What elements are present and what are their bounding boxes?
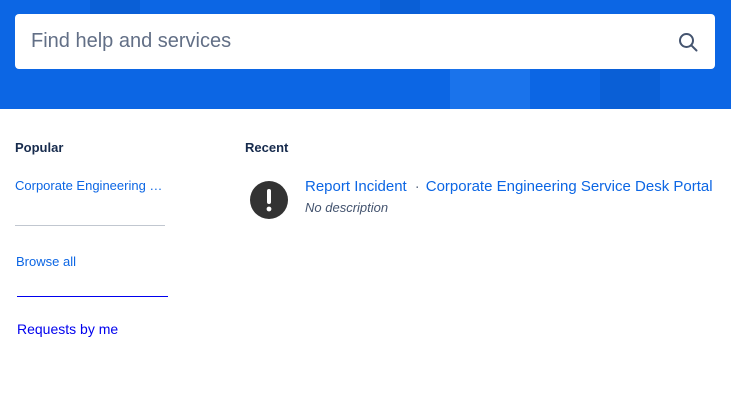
recent-heading: Recent <box>245 140 289 155</box>
popular-item-link[interactable]: Corporate Engineering Service Desk Porta… <box>15 178 170 193</box>
popular-heading: Popular <box>15 140 64 155</box>
search-box <box>15 14 715 69</box>
recent-item-service[interactable]: Corporate Engineering Service Desk Porta… <box>426 178 713 195</box>
hero-decoration <box>600 68 660 109</box>
hero-decoration <box>380 0 420 14</box>
requests-by-me-link[interactable]: Requests by me <box>17 321 118 337</box>
exclamation-circle-icon <box>250 181 288 219</box>
hero-banner <box>0 0 731 109</box>
recent-item-description: No description <box>305 200 389 215</box>
browse-all-link[interactable]: Browse all <box>16 254 76 269</box>
recent-item-title[interactable]: Report Incident <box>305 178 407 195</box>
divider <box>15 225 165 226</box>
hero-decoration <box>450 68 530 109</box>
hero-decoration <box>90 0 140 14</box>
search-input[interactable] <box>31 30 677 53</box>
divider <box>17 296 168 297</box>
search-icon[interactable] <box>677 31 699 53</box>
recent-title-row: Report Incident · Corporate Engineering … <box>305 178 715 195</box>
separator: · <box>414 178 420 195</box>
recent-item[interactable]: Report Incident · Corporate Engineering … <box>250 177 720 219</box>
